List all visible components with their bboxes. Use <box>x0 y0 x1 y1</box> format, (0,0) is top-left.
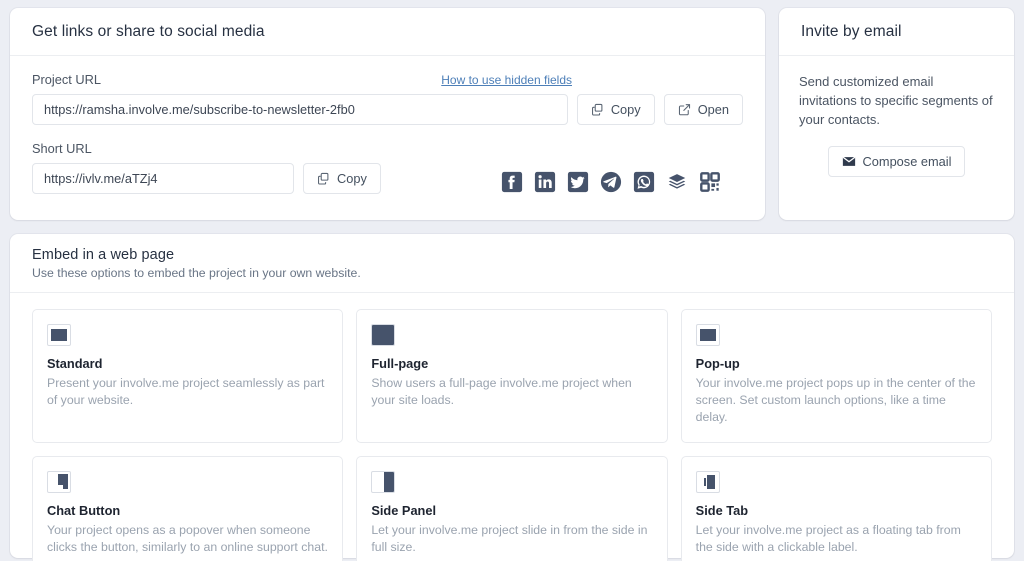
project-url-row: https://ramsha.involve.me/subscribe-to-n… <box>32 94 743 125</box>
short-url-copy-label: Copy <box>337 171 367 186</box>
embed-option-full-page[interactable]: Full-page Show users a full-page involve… <box>356 309 668 443</box>
side-panel-preview-icon <box>371 471 396 493</box>
project-url-open-button[interactable]: Open <box>663 94 743 125</box>
project-url-label: Project URL <box>32 72 101 87</box>
embed-option-description: Show users a full-page involve.me projec… <box>371 376 632 407</box>
facebook-icon[interactable] <box>501 171 523 193</box>
project-url-open-label: Open <box>697 102 729 117</box>
top-row: Get links or share to social media Proje… <box>10 8 1014 220</box>
project-url-copy-button[interactable]: Copy <box>576 94 655 125</box>
embed-option-name: Standard <box>47 356 103 371</box>
social-share-row <box>501 171 743 193</box>
embed-option-name: Full-page <box>371 356 429 371</box>
embed-option-name: Chat Button <box>47 503 121 518</box>
embed-panel-header: Embed in a web page Use these options to… <box>10 234 1014 293</box>
project-url-copy-label: Copy <box>610 102 641 117</box>
embed-option-description: Let your involve.me project as a floatin… <box>695 523 961 554</box>
embed-option-chat-button[interactable]: Chat Button Your project opens as a popo… <box>32 456 344 561</box>
compose-email-label: Compose email <box>862 154 952 169</box>
embed-option-side-panel[interactable]: Side Panel Let your involve.me project s… <box>356 456 668 561</box>
twitter-icon[interactable] <box>567 171 589 193</box>
project-url-label-row: Project URL How to use hidden fields <box>32 72 572 87</box>
get-links-panel: Get links or share to social media Proje… <box>10 8 765 220</box>
copy-icon <box>317 172 330 185</box>
invite-description: Send customized email invitations to spe… <box>799 74 993 127</box>
qrcode-icon[interactable] <box>699 171 721 193</box>
get-links-body: Project URL How to use hidden fields htt… <box>10 56 765 194</box>
buffer-icon[interactable] <box>666 171 688 193</box>
linkedin-icon[interactable] <box>534 171 556 193</box>
invite-by-email-panel: Invite by email Send customized email in… <box>779 8 1014 220</box>
embed-subtitle: Use these options to embed the project i… <box>32 266 361 280</box>
short-url-copy-button[interactable]: Copy <box>303 163 381 194</box>
project-url-input[interactable]: https://ramsha.involve.me/subscribe-to-n… <box>32 94 568 125</box>
get-links-title: Get links or share to social media <box>32 23 265 40</box>
embed-option-name: Side Panel <box>371 503 437 518</box>
embed-title: Embed in a web page <box>32 247 175 263</box>
invite-by-email-title: Invite by email <box>801 23 902 40</box>
whatsapp-icon[interactable] <box>633 171 655 193</box>
side-tab-preview-icon <box>695 471 720 493</box>
embed-in-web-page-panel: Embed in a web page Use these options to… <box>10 234 1014 561</box>
compose-email-button[interactable]: Compose email <box>827 146 966 177</box>
short-url-input[interactable]: https://ivlv.me/aTZj4 <box>32 163 294 194</box>
fullpage-preview-icon <box>371 324 396 346</box>
embed-option-description: Let your involve.me project slide in fro… <box>371 523 648 554</box>
short-url-and-social-row: https://ivlv.me/aTZj4 Copy <box>32 156 743 194</box>
short-url-row: https://ivlv.me/aTZj4 Copy <box>32 163 381 194</box>
short-url-block: Short URL https://ivlv.me/aTZj4 Copy <box>32 141 743 194</box>
short-url-label: Short URL <box>32 141 92 156</box>
envelope-icon <box>842 156 856 167</box>
embed-options-grid: Standard Present your involve.me project… <box>10 293 1014 561</box>
embed-option-description: Your involve.me project pops up in the c… <box>695 376 976 424</box>
telegram-icon[interactable] <box>600 171 622 193</box>
embed-option-standard[interactable]: Standard Present your involve.me project… <box>32 309 344 443</box>
popup-preview-icon <box>695 324 720 346</box>
embed-option-name: Pop-up <box>695 356 740 371</box>
compose-email-wrap: Compose email <box>799 146 994 177</box>
standard-preview-icon <box>47 324 71 346</box>
external-link-icon <box>678 103 691 116</box>
chat-button-preview-icon <box>47 471 71 493</box>
invite-panel-body: Send customized email invitations to spe… <box>779 56 1014 177</box>
how-to-use-hidden-fields-link[interactable]: How to use hidden fields <box>441 73 572 87</box>
embed-option-pop-up[interactable]: Pop-up Your involve.me project pops up i… <box>680 309 992 443</box>
share-project-page: Get links or share to social media Proje… <box>0 0 1024 561</box>
embed-option-description: Present your involve.me project seamless… <box>47 376 325 407</box>
invite-panel-header: Invite by email <box>779 8 1014 56</box>
embed-option-name: Side Tab <box>695 503 749 518</box>
copy-icon <box>591 103 604 116</box>
embed-option-description: Your project opens as a popover when som… <box>47 523 328 554</box>
embed-option-side-tab[interactable]: Side Tab Let your involve.me project as … <box>680 456 992 561</box>
get-links-panel-header: Get links or share to social media <box>10 8 765 56</box>
